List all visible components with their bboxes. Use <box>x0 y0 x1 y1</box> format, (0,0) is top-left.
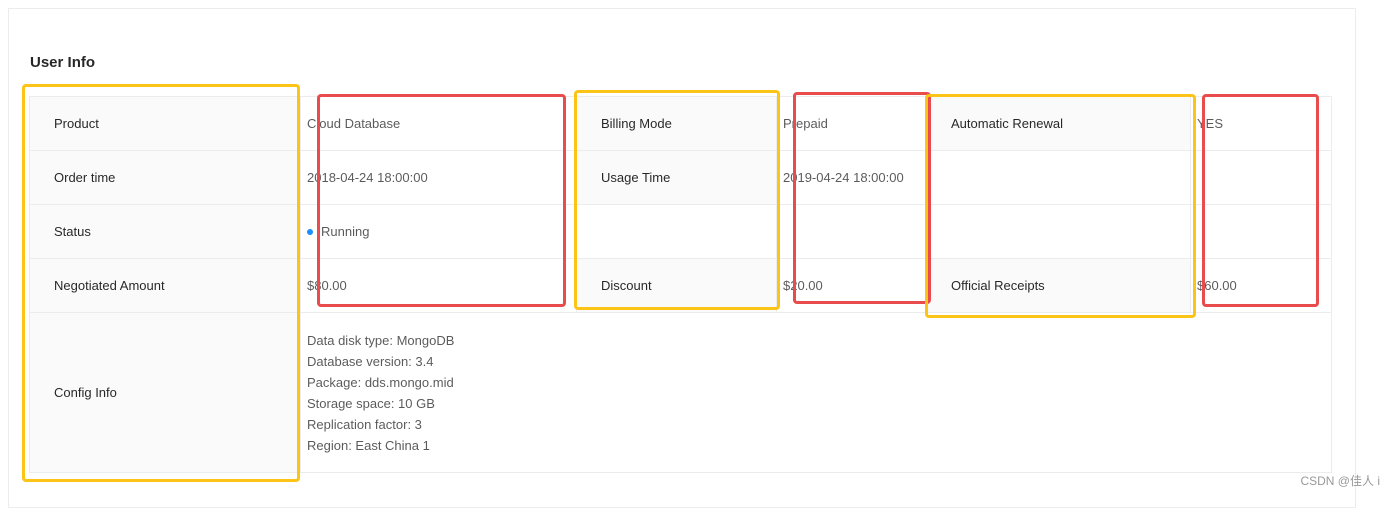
usage-time-label: Usage Time <box>576 150 777 205</box>
empty-cell <box>776 204 927 259</box>
product-value: Cloud Database <box>300 96 577 151</box>
config-line: Storage space: 10 GB <box>307 395 435 411</box>
table-row: Config Info Data disk type: MongoDB Data… <box>29 312 1332 473</box>
config-info-value: Data disk type: MongoDB Database version… <box>300 312 1332 473</box>
table-row: Status Running <box>29 204 1332 259</box>
config-line: Package: dds.mongo.mid <box>307 374 454 390</box>
status-value-cell: Running <box>300 204 577 259</box>
discount-label: Discount <box>576 258 777 313</box>
empty-cell <box>1190 150 1332 205</box>
empty-cell <box>576 204 777 259</box>
config-line: Region: East China 1 <box>307 437 430 453</box>
watermark: CSDN @佳人 i <box>1300 474 1380 488</box>
official-receipts-label: Official Receipts <box>926 258 1191 313</box>
config-line: Replication factor: 3 <box>307 416 422 432</box>
status-dot-icon <box>307 228 313 235</box>
table-row: Negotiated Amount $80.00 Discount $20.00… <box>29 258 1332 313</box>
config-info-label: Config Info <box>29 312 301 473</box>
status-label: Status <box>29 204 301 259</box>
billing-mode-value: Prepaid <box>776 96 927 151</box>
billing-mode-label: Billing Mode <box>576 96 777 151</box>
empty-cell <box>926 204 1191 259</box>
official-receipts-value: $60.00 <box>1190 258 1332 313</box>
negotiated-amount-value: $80.00 <box>300 258 577 313</box>
empty-cell <box>926 150 1191 205</box>
table-row: Order time 2018-04-24 18:00:00 Usage Tim… <box>29 150 1332 205</box>
config-line: Database version: 3.4 <box>307 353 434 369</box>
empty-cell <box>1190 204 1332 259</box>
usage-time-value: 2019-04-24 18:00:00 <box>776 150 927 205</box>
status-value: Running <box>321 224 370 239</box>
order-time-value: 2018-04-24 18:00:00 <box>300 150 577 205</box>
table-row: Product Cloud Database Billing Mode Prep… <box>29 96 1332 151</box>
negotiated-amount-label: Negotiated Amount <box>29 258 301 313</box>
descriptions-table: Product Cloud Database Billing Mode Prep… <box>29 96 1332 473</box>
order-time-label: Order time <box>29 150 301 205</box>
automatic-renewal-label: Automatic Renewal <box>926 96 1191 151</box>
section-title: User Info <box>30 54 96 71</box>
automatic-renewal-value: YES <box>1190 96 1332 151</box>
config-line: Data disk type: MongoDB <box>307 332 455 348</box>
product-label: Product <box>29 96 301 151</box>
discount-value: $20.00 <box>776 258 927 313</box>
